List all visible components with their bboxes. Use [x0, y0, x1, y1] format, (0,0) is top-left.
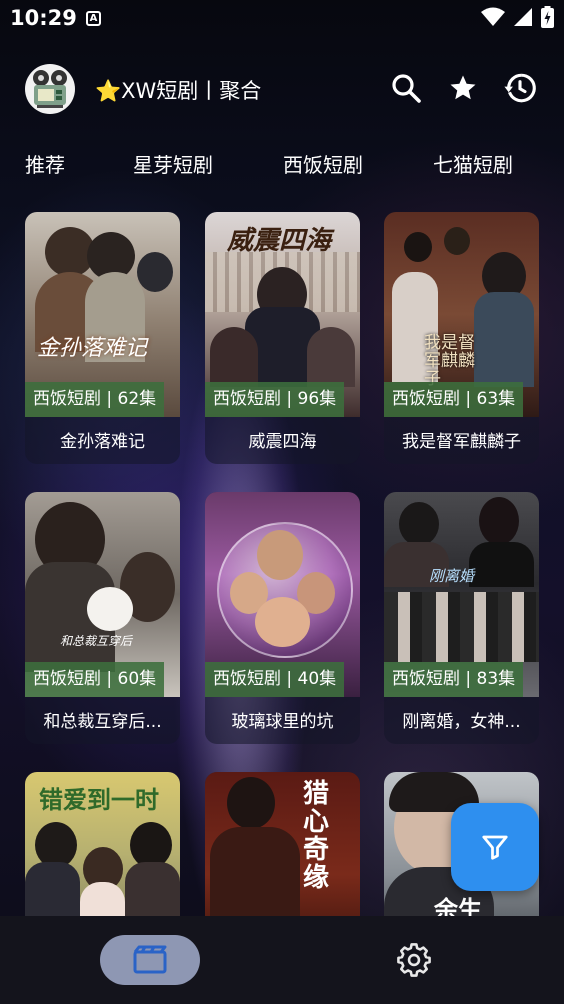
film-icon — [133, 945, 167, 974]
poster-title-art: 威震四海 — [227, 226, 332, 256]
source-episode-badge: 西饭短剧 | 60集 — [25, 662, 165, 697]
gear-icon — [397, 943, 431, 977]
star-icon — [450, 75, 476, 100]
drama-poster: 错爱到一时 — [25, 772, 180, 916]
drama-card[interactable]: 我是督军麒麟子 西饭短剧 | 63集 我是督军麒麟子 — [384, 212, 539, 464]
poster-title-art: 余生 — [434, 895, 482, 916]
bottom-navigation — [0, 916, 564, 1004]
source-episode-badge: 西饭短剧 | 96集 — [205, 382, 345, 417]
drama-title: 我是督军麒麟子 — [402, 432, 521, 452]
poster-title-art: 错爱到一时 — [39, 785, 159, 814]
poster-title-art: 猎心奇缘 — [303, 779, 330, 893]
drama-card[interactable]: 西饭短剧 | 40集 玻璃球里的坑 — [205, 492, 360, 744]
drama-card[interactable]: 威震四海 西饭短剧 | 96集 威震四海 — [205, 212, 360, 464]
poster-title-art: 金孙落难记 — [37, 336, 148, 361]
app-header: ⭐XW短剧丨聚合 — [0, 60, 564, 120]
nav-settings-button[interactable] — [389, 935, 439, 985]
tab-qimao[interactable]: 七猫短剧 — [433, 149, 513, 178]
search-button[interactable] — [386, 68, 426, 108]
app-title: ⭐XW短剧丨聚合 — [95, 79, 262, 103]
drama-card[interactable]: 和总裁互穿后 西饭短剧 | 60集 和总裁互穿后... — [25, 492, 180, 744]
drama-title: 金孙落难记 — [60, 432, 145, 452]
source-episode-badge: 西饭短剧 | 62集 — [25, 382, 165, 417]
history-button[interactable] — [500, 68, 540, 108]
poster-title-art: 刚离婚 — [429, 567, 475, 585]
tab-recommend[interactable]: 推荐 — [25, 149, 65, 178]
drama-card[interactable]: 错爱到一时 — [25, 772, 180, 916]
tab-xingya[interactable]: 星芽短剧 — [133, 149, 213, 178]
drama-title: 刚离婚，女神... — [402, 712, 521, 732]
source-episode-badge: 西饭短剧 | 63集 — [384, 382, 524, 417]
drama-poster: 猎心奇缘 — [205, 772, 360, 916]
poster-title-art: 我是督军麒麟子 — [424, 333, 475, 389]
drama-title: 和总裁互穿后... — [43, 712, 162, 732]
favorites-button[interactable] — [443, 68, 483, 108]
search-icon — [392, 74, 421, 103]
category-tabs: 推荐 星芽短剧 西饭短剧 七猫短剧 — [0, 142, 564, 186]
tab-xifan[interactable]: 西饭短剧 — [283, 149, 363, 178]
drama-grid[interactable]: 金孙落难记 西饭短剧 | 62集 金孙落难记 威震四海 西饭短剧 | 96集 威… — [0, 0, 564, 916]
app-logo-avatar[interactable] — [25, 64, 75, 114]
nav-home-button[interactable] — [100, 935, 200, 985]
filter-button[interactable] — [451, 803, 539, 891]
poster-title-art: 和总裁互穿后 — [60, 634, 133, 648]
projector-icon — [33, 70, 67, 108]
drama-card[interactable]: 金孙落难记 西饭短剧 | 62集 金孙落难记 — [25, 212, 180, 464]
source-episode-badge: 西饭短剧 | 40集 — [205, 662, 345, 697]
drama-title: 威震四海 — [248, 432, 317, 452]
filter-icon — [482, 835, 508, 860]
source-episode-badge: 西饭短剧 | 83集 — [384, 662, 524, 697]
drama-title: 玻璃球里的坑 — [231, 712, 334, 732]
history-icon — [504, 73, 536, 103]
drama-card[interactable]: 刚离婚 西饭短剧 | 83集 刚离婚，女神... — [384, 492, 539, 744]
drama-card[interactable]: 猎心奇缘 — [205, 772, 360, 916]
